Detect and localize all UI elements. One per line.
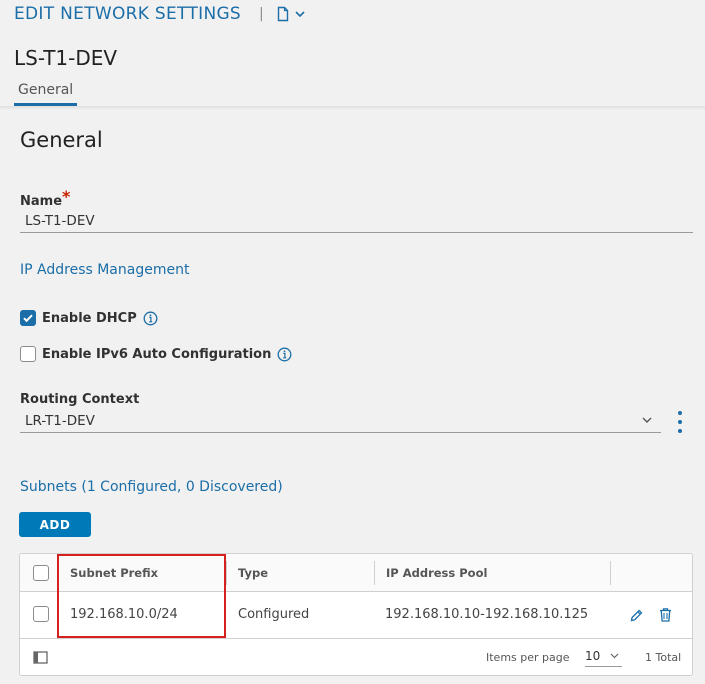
title-row: EDIT NETWORK SETTINGS |: [14, 4, 307, 24]
kebab-menu-icon[interactable]: [673, 409, 687, 435]
grid-footer: Items per page 10 1 Total: [20, 639, 692, 675]
document-icon: [277, 6, 288, 22]
enable-ipv6-checkbox[interactable]: [20, 346, 36, 362]
chevron-down-icon: [610, 653, 619, 659]
edit-icon[interactable]: [629, 608, 644, 623]
ipv6-info-icon[interactable]: [277, 347, 292, 362]
select-all-checkbox[interactable]: [33, 565, 49, 581]
ip-management-heading: IP Address Management: [20, 262, 190, 278]
column-separator: [610, 561, 611, 585]
column-separator: [58, 561, 59, 585]
total-count: 1 Total: [645, 651, 682, 664]
check-icon: [23, 314, 33, 323]
column-toggle-icon[interactable]: [33, 651, 48, 664]
routing-context-label: Routing Context: [20, 392, 140, 407]
routing-context-select[interactable]: LR-T1-DEV: [20, 411, 661, 433]
chevron-down-icon: [642, 417, 652, 423]
chevron-down-icon: [295, 11, 305, 18]
column-separator: [374, 561, 375, 585]
table-row: 192.168.10.0/24 Configured 192.168.10.10…: [20, 592, 692, 639]
cell-ip-pool: 192.168.10.10-192.168.10.125: [385, 607, 589, 622]
page-heading: EDIT NETWORK SETTINGS: [14, 4, 242, 24]
header-divider: [0, 106, 705, 110]
column-separator: [226, 561, 227, 585]
enable-ipv6-row: Enable IPv6 Auto Configuration: [20, 346, 292, 362]
enable-dhcp-row: Enable DHCP: [20, 310, 158, 326]
items-per-page-select[interactable]: 10: [585, 645, 622, 667]
row-checkbox[interactable]: [33, 606, 49, 622]
section-title: General: [20, 128, 103, 152]
trash-icon[interactable]: [658, 607, 673, 623]
name-input[interactable]: LS-T1-DEV: [20, 211, 693, 233]
grid-header: Subnet Prefix Type IP Address Pool: [20, 554, 692, 592]
object-name: LS-T1-DEV: [14, 46, 118, 70]
title-separator: |: [259, 6, 264, 22]
column-header-ip-pool[interactable]: IP Address Pool: [386, 566, 487, 580]
enable-ipv6-label: Enable IPv6 Auto Configuration: [42, 346, 272, 362]
add-subnet-button[interactable]: ADD: [19, 512, 91, 537]
enable-dhcp-label: Enable DHCP: [42, 310, 137, 326]
cell-type: Configured: [238, 607, 310, 622]
document-menu-button[interactable]: [276, 6, 307, 22]
items-per-page-value: 10: [585, 649, 601, 663]
column-header-subnet-prefix[interactable]: Subnet Prefix: [70, 566, 158, 580]
column-header-type[interactable]: Type: [238, 566, 268, 580]
routing-context-value: LR-T1-DEV: [25, 413, 95, 429]
name-label-text: Name: [20, 194, 63, 209]
tab-general[interactable]: General: [14, 82, 78, 106]
page-header: EDIT NETWORK SETTINGS | LS-T1-DEV Genera…: [0, 0, 705, 106]
required-mark: *: [62, 187, 71, 206]
subnets-heading: Subnets (1 Configured, 0 Discovered): [20, 479, 283, 495]
cell-subnet-prefix: 192.168.10.0/24: [70, 607, 178, 622]
enable-dhcp-checkbox[interactable]: [20, 310, 36, 326]
name-label: Name*: [20, 187, 71, 209]
items-per-page-label: Items per page: [486, 651, 570, 664]
subnets-grid: Subnet Prefix Type IP Address Pool 192.1…: [19, 553, 693, 676]
dhcp-info-icon[interactable]: [143, 311, 158, 326]
